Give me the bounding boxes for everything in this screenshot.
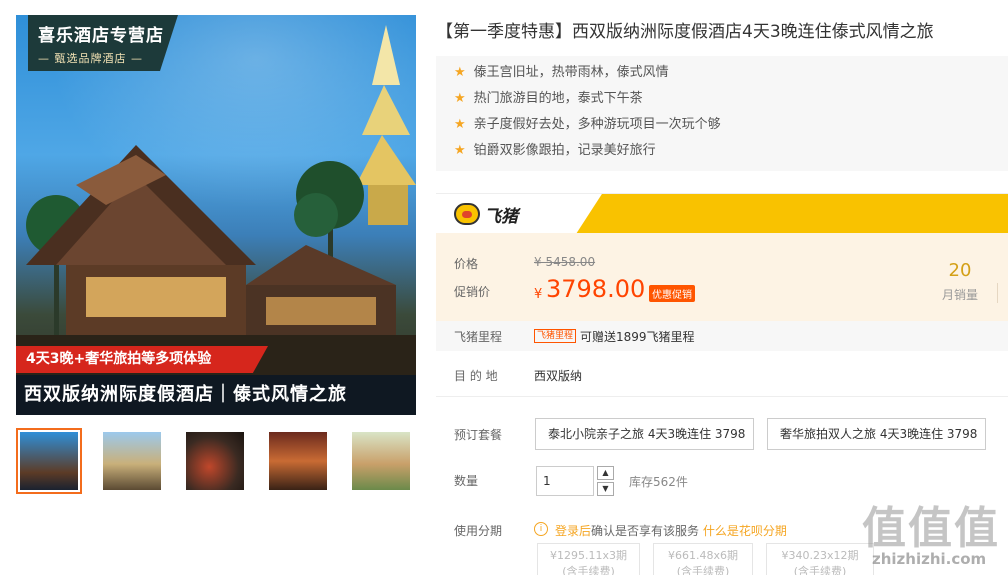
installment-notice-text: 确认是否享有该服务 [591,524,700,538]
login-link[interactable]: 登录后 [555,524,591,538]
installment-fee: (含手续费) [676,565,730,575]
installment-option-3[interactable]: ¥1295.11x3期 (含手续费) [537,543,640,575]
installment-option-12[interactable]: ¥340.23x12期 (含手续费) [766,543,874,575]
promo-price: 3798.00 [546,275,646,303]
monthly-sales-count: 20 [948,260,972,281]
promo-banner: 4天3晚+奢华旅拍等多项体验 [16,346,268,373]
star-icon: ★ [454,65,466,80]
package-option-2[interactable]: 奢华旅拍双人之旅 4天3晚连住 3798 [767,418,986,450]
promo-price-label: 促销价 [454,285,491,299]
feature-item: ★ 傣王宫旧址，热带雨林，傣式风情 [454,62,1008,88]
stock-count: 库存562件 [629,475,688,489]
miles-label: 飞猪里程 [454,330,503,344]
quantity-increase-button[interactable]: ▲ [597,466,614,480]
thumbnail-5[interactable] [348,428,414,494]
installment-notice: 登录后确认是否享有该服务 什么是花呗分期 [555,522,787,539]
destination-label: 目 的 地 [454,369,498,383]
thumbnail-2[interactable] [99,428,165,494]
promo-tag: 优惠促销 [649,285,695,302]
star-icon: ★ [454,143,466,158]
original-price: ¥ 5458.00 [534,255,596,269]
feature-text: 傣王宫旧址，热带雨林，傣式风情 [473,65,669,80]
sales-divider [997,283,998,303]
info-icon: i [534,522,548,536]
installment-amount: ¥340.23x12期 [781,549,859,562]
thumbnail-1[interactable] [16,428,82,494]
package-label: 预订套餐 [454,428,503,442]
feature-item: ★ 铂爵双影像跟拍，记录美好旅行 [454,140,1008,166]
feature-text: 亲子度假好去处，多种游玩项目一次玩个够 [473,117,721,132]
installment-option-6[interactable]: ¥661.48x6期 (含手续费) [653,543,753,575]
installment-fee: (含手续费) [562,565,615,575]
package-option-1[interactable]: 泰北小院亲子之旅 4天3晚连住 3798 [535,418,754,450]
price-label: 价格 [454,257,479,271]
miles-text: 可赠送1899飞猪里程 [580,330,695,344]
destination-value: 西双版纳 [534,369,583,383]
feature-item: ★ 热门旅游目的地，泰式下午茶 [454,88,1008,114]
feature-text: 热门旅游目的地，泰式下午茶 [473,91,643,106]
installment-amount: ¥661.48x6期 [668,549,738,562]
platform-bar-accent [576,194,1008,234]
watermark-text: zhizhizhi.com [872,550,987,568]
miles-row: 飞猪里程 飞猪里程 可赠送1899飞猪里程 [436,321,1008,351]
thumbnail-3[interactable] [182,428,248,494]
watermark-glyphs: 值值值 [862,503,1000,554]
pig-icon [454,203,480,225]
main-product-image: 喜乐酒店专营店 — 甄选品牌酒店 — 4天3晚+奢华旅拍等多项体验 西双版纳洲际… [16,15,416,415]
store-badge-subtitle: — 甄选品牌酒店 — [38,52,143,65]
store-badge-title: 喜乐酒店专营店 [38,26,164,46]
miles-tag: 飞猪里程 [534,329,577,343]
star-icon: ★ [454,117,466,132]
currency-symbol: ¥ [534,287,543,302]
quantity-input[interactable] [536,466,594,496]
feature-text: 铂爵双影像跟拍，记录美好旅行 [473,143,656,158]
quantity-decrease-button[interactable]: ▼ [597,482,614,496]
section-divider [436,396,1008,397]
feature-item: ★ 亲子度假好去处，多种游玩项目一次玩个够 [454,114,1008,140]
price-panel: 价格 ¥ 5458.00 促销价 ¥ 3798.00 优惠促销 20 月销量 [436,233,1008,321]
installment-fee: (含手续费) [793,565,847,575]
thumbnail-strip [16,428,416,494]
what-is-huabei-link[interactable]: 什么是花呗分期 [703,524,787,538]
installment-label: 使用分期 [454,524,503,538]
fliggy-logo[interactable]: 飞猪 [454,202,518,227]
quantity-label: 数量 [454,474,479,488]
image-title-banner: 西双版纳洲际度假酒店｜傣式风情之旅 [16,375,416,415]
installment-amount: ¥1295.11x3期 [550,549,627,562]
site-watermark: 值值值 zhizhizhi.com [862,492,1008,575]
product-title: 【第一季度特惠】西双版纳洲际度假酒店4天3晚连住傣式风情之旅 [436,22,934,42]
platform-bar: 飞猪 [436,193,1008,234]
platform-name: 飞猪 [484,206,518,227]
star-icon: ★ [454,91,466,106]
feature-list: ★ 傣王宫旧址，热带雨林，傣式风情 ★ 热门旅游目的地，泰式下午茶 ★ 亲子度假好去处… [436,56,1008,171]
store-badge: 喜乐酒店专营店 — 甄选品牌酒店 — [28,15,178,71]
monthly-sales-label: 月销量 [941,288,978,302]
thumbnail-4[interactable] [265,428,331,494]
